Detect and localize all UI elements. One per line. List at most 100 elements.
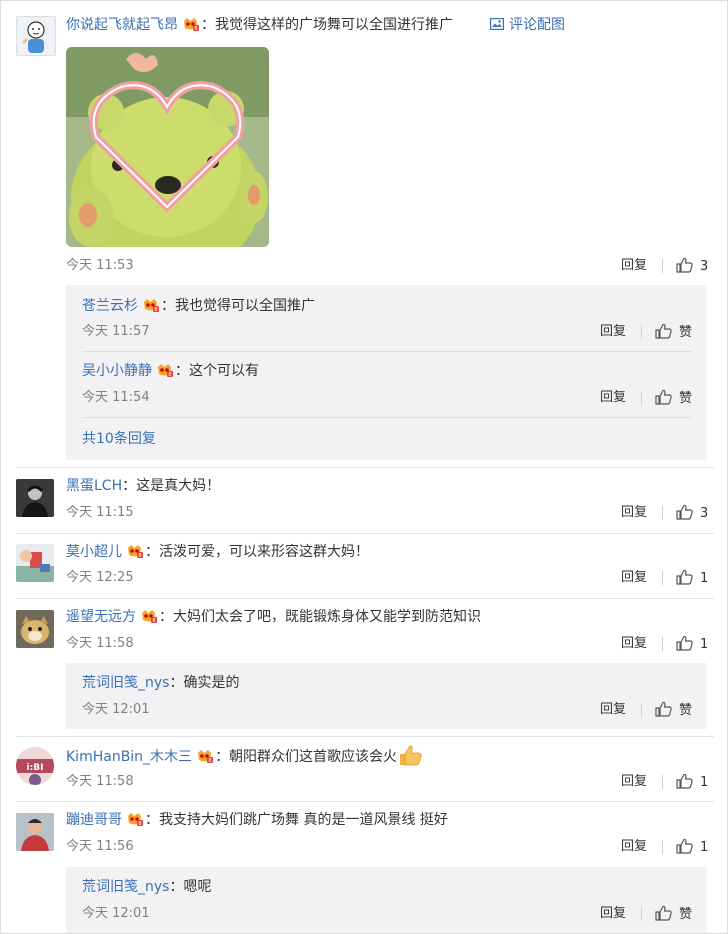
comment-time: 今天 11:58 (66, 774, 134, 789)
comment-text: ：我支持大妈们跳广场舞 真的是一道风景线 挺好 (145, 812, 448, 828)
divider (662, 571, 663, 585)
like-count: 3 (700, 506, 709, 521)
comment-image[interactable] (66, 47, 269, 247)
comment-text: ：这是真大妈！ (122, 478, 221, 494)
like-count: 3 (700, 259, 709, 274)
like-button[interactable]: 1 (676, 635, 708, 654)
reply-time: 今天 11:57 (82, 324, 150, 339)
reply-author[interactable]: 荒词旧笺_nys (82, 879, 169, 895)
reply-button[interactable]: 回复 (621, 504, 647, 522)
thumbs-up-icon (676, 838, 693, 854)
vip-badge-icon (142, 297, 159, 312)
divider (662, 775, 663, 789)
reply-time: 今天 12:01 (82, 906, 150, 921)
divider (82, 351, 692, 352)
like-button[interactable]: 1 (676, 569, 708, 588)
avatar[interactable] (16, 479, 54, 517)
like-count: 1 (700, 571, 709, 586)
commenter-name[interactable]: 黑蛋LCH (66, 478, 122, 494)
commenter-name[interactable]: 你说起飞就起飞昂 (66, 17, 178, 33)
thumbs-up-icon (655, 323, 672, 339)
like-button[interactable]: 赞 (655, 905, 692, 924)
thumbs-up-icon (655, 701, 672, 717)
like-count: 1 (700, 637, 709, 652)
svg-text:i:BI: i:BI (27, 763, 44, 773)
commenter-name[interactable]: 莫小超儿 (66, 544, 122, 560)
comment-text: ：我觉得这样的广场舞可以全国进行推广 (201, 17, 453, 33)
commenter-name[interactable]: 遥望无远方 (66, 609, 136, 625)
reply-author[interactable]: 荒词旧笺_nys (82, 675, 169, 691)
reply-button[interactable]: 回复 (600, 323, 626, 341)
thumbs-up-icon (655, 389, 672, 405)
like-count: 1 (700, 775, 709, 790)
thumbs-up-emoji-icon (400, 745, 422, 766)
thumbs-up-icon (676, 569, 693, 585)
like-label: 赞 (679, 325, 693, 340)
avatar[interactable]: i:BI (16, 747, 54, 785)
like-button[interactable]: 1 (676, 838, 708, 857)
reply-button[interactable]: 回复 (600, 905, 626, 923)
divider (641, 907, 642, 921)
like-label: 赞 (679, 703, 693, 718)
reply-button[interactable]: 回复 (600, 389, 626, 407)
thumbs-up-icon (676, 635, 693, 651)
comment-time: 今天 11:58 (66, 636, 134, 651)
thumbs-up-icon (676, 504, 693, 520)
vip-badge-icon (182, 16, 199, 31)
reply-button[interactable]: 回复 (621, 635, 647, 653)
reply-author[interactable]: 苍兰云杉 (82, 298, 138, 314)
avatar[interactable] (16, 813, 54, 851)
like-label: 赞 (679, 907, 693, 922)
reply-button[interactable]: 回复 (600, 701, 626, 719)
thumbs-up-icon (676, 773, 693, 789)
divider (662, 506, 663, 520)
divider (16, 467, 714, 468)
view-comment-image-label: 评论配图 (509, 17, 565, 33)
thumbs-up-icon (655, 905, 672, 921)
avatar[interactable] (16, 544, 54, 582)
divider (641, 703, 642, 717)
comment-text: ：朝阳群众们这首歌应该会火 (215, 749, 398, 765)
divider (641, 391, 642, 405)
divider (16, 598, 714, 599)
thumbs-up-icon (676, 257, 693, 273)
comment-image-art (66, 47, 269, 247)
vip-badge-icon (140, 608, 157, 623)
divider (662, 840, 663, 854)
reply-button[interactable]: 回复 (621, 257, 647, 275)
commenter-name[interactable]: 蹦迪哥哥 (66, 812, 122, 828)
commenter-name[interactable]: KimHanBin_木木三 (66, 749, 192, 765)
divider (82, 417, 692, 418)
like-button[interactable]: 赞 (655, 323, 692, 342)
reply-text: ：这个可以有 (175, 363, 259, 379)
comment-time: 今天 11:56 (66, 839, 134, 854)
comment-time: 今天 11:15 (66, 505, 134, 520)
reply-author[interactable]: 吴小小静静 (82, 363, 152, 379)
image-icon (490, 18, 505, 31)
reply-button[interactable]: 回复 (621, 773, 647, 791)
like-button[interactable]: 赞 (655, 701, 692, 720)
reply-button[interactable]: 回复 (621, 838, 647, 856)
like-count: 1 (700, 840, 709, 855)
reply-text: ：我也觉得可以全国推广 (161, 298, 315, 314)
like-label: 赞 (679, 391, 693, 406)
divider (16, 801, 714, 802)
avatar[interactable] (16, 610, 54, 648)
reply-text: ：确实是的 (169, 675, 240, 691)
divider (662, 637, 663, 651)
vip-badge-icon (156, 362, 173, 377)
reply-text: ：嗯呢 (169, 879, 212, 895)
comment-text: ：大妈们太会了吧，既能锻炼身体又能学到防范知识 (159, 609, 481, 625)
divider (16, 736, 714, 737)
reply-button[interactable]: 回复 (621, 569, 647, 587)
like-button[interactable]: 1 (676, 773, 708, 792)
view-comment-image-link[interactable]: 评论配图 (490, 15, 565, 35)
comment-time: 今天 12:25 (66, 570, 134, 585)
avatar[interactable] (16, 16, 56, 56)
vip-badge-icon (126, 543, 143, 558)
like-button[interactable]: 3 (676, 504, 708, 523)
divider (662, 259, 663, 273)
view-all-replies-link[interactable]: 共10条回复 (82, 429, 156, 449)
like-button[interactable]: 3 (676, 257, 708, 276)
like-button[interactable]: 赞 (655, 389, 692, 408)
